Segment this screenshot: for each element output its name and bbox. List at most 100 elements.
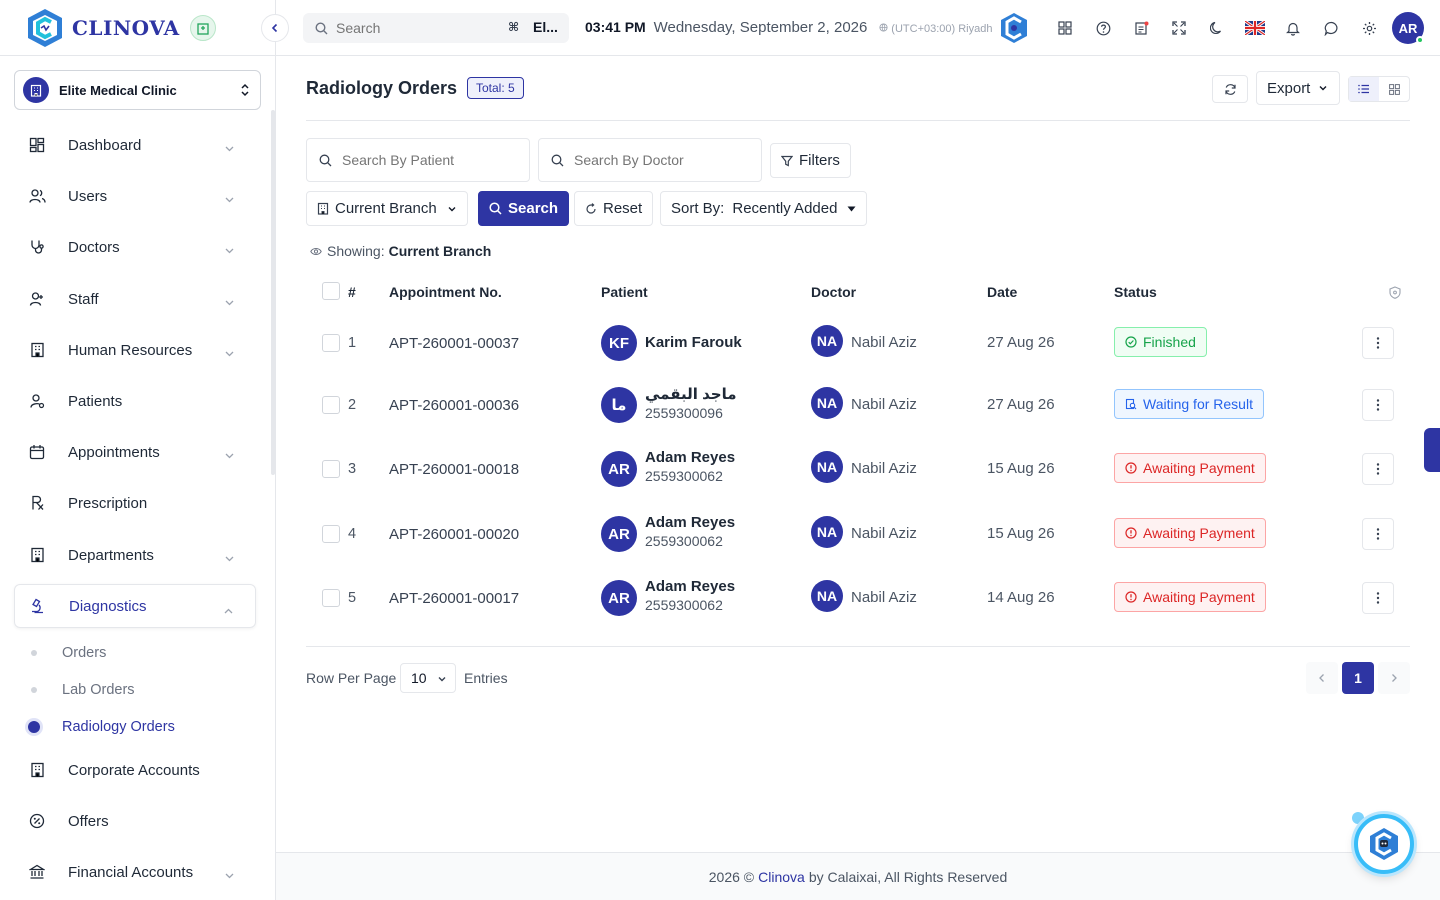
- search-button[interactable]: Search: [478, 191, 570, 226]
- sidebar-item-prescription[interactable]: Prescription: [14, 481, 256, 525]
- patient-search-field[interactable]: [306, 138, 530, 182]
- patient-name[interactable]: Adam Reyes: [645, 578, 735, 595]
- appointment-number[interactable]: APT-260001-00036: [389, 397, 519, 414]
- bullet-dot: [31, 687, 37, 693]
- sidebar-subitem-orders[interactable]: Orders: [28, 641, 106, 665]
- staff-icon: [28, 291, 46, 307]
- patient-info: Adam Reyes 2559300062: [645, 514, 735, 549]
- sidebar-item-offers[interactable]: Offers: [14, 799, 256, 843]
- sidebar-scrollbar[interactable]: [271, 110, 275, 475]
- appointment-number[interactable]: APT-260001-00017: [389, 590, 519, 607]
- reset-button[interactable]: Reset: [574, 191, 654, 226]
- doctor-search-field[interactable]: [538, 138, 762, 182]
- sidebar-subitem-radiology-orders[interactable]: Radiology Orders: [28, 715, 175, 739]
- row-actions-button[interactable]: [1362, 327, 1394, 359]
- notifications-bell-icon[interactable]: [1274, 10, 1312, 46]
- refresh-button[interactable]: [1212, 75, 1248, 103]
- global-search[interactable]: ⌘ El...: [303, 13, 569, 43]
- table-row[interactable]: 2 APT-260001-00036 ما ماجد البقمي 2559300096…: [306, 373, 1410, 437]
- col-header-appointment[interactable]: Appointment No.: [389, 284, 502, 300]
- settings-drawer-tab[interactable]: [1424, 428, 1440, 472]
- doctor-name[interactable]: Nabil Aziz: [851, 334, 917, 351]
- list-view-icon[interactable]: [1349, 77, 1379, 101]
- row-actions-button[interactable]: [1362, 389, 1394, 421]
- language-flag-icon[interactable]: [1236, 10, 1274, 46]
- user-avatar[interactable]: AR: [1392, 12, 1424, 44]
- doctor-name[interactable]: Nabil Aziz: [851, 525, 917, 542]
- patient-avatar: ما: [601, 387, 637, 423]
- help-icon[interactable]: [1084, 10, 1122, 46]
- col-header-status[interactable]: Status: [1114, 284, 1157, 300]
- sidebar-item-users[interactable]: Users: [14, 174, 256, 218]
- sidebar-collapse-button[interactable]: [261, 13, 289, 42]
- row-checkbox[interactable]: [322, 460, 340, 478]
- sidebar-item-patients[interactable]: Patients: [14, 379, 256, 423]
- apps-grid-icon[interactable]: [1046, 10, 1084, 46]
- doctor-name[interactable]: Nabil Aziz: [851, 589, 917, 606]
- sidebar-item-doctors[interactable]: Doctors: [14, 225, 256, 269]
- table-row[interactable]: 3 APT-260001-00018 AR Adam Reyes 2559300062 N…: [306, 437, 1410, 501]
- chat-icon[interactable]: [1312, 10, 1350, 46]
- global-search-input[interactable]: [336, 20, 496, 36]
- sidebar-item-appointments[interactable]: Appointments: [14, 430, 256, 474]
- patient-search-input[interactable]: [342, 152, 492, 168]
- sidebar-item-departments[interactable]: Departments: [14, 533, 256, 577]
- row-checkbox[interactable]: [322, 525, 340, 543]
- search-scope[interactable]: El...: [533, 19, 558, 35]
- table-row[interactable]: 4 APT-260001-00020 AR Adam Reyes 2559300062 N…: [306, 502, 1410, 566]
- row-checkbox[interactable]: [322, 334, 340, 352]
- clinova-logo-icon[interactable]: [24, 7, 66, 49]
- search-icon: [551, 154, 564, 166]
- doctor-name[interactable]: Nabil Aziz: [851, 460, 917, 477]
- appointment-number[interactable]: APT-260001-00037: [389, 335, 519, 352]
- fullscreen-icon[interactable]: [1160, 10, 1198, 46]
- appointment-number[interactable]: APT-260001-00018: [389, 461, 519, 478]
- bullet-dot: [31, 650, 37, 656]
- select-all-checkbox[interactable]: [322, 282, 340, 300]
- col-header-patient[interactable]: Patient: [601, 284, 648, 300]
- grid-view-icon[interactable]: [1379, 77, 1409, 101]
- previous-page-button[interactable]: [1306, 662, 1338, 694]
- col-header-date[interactable]: Date: [987, 284, 1017, 300]
- branch-select[interactable]: Current Branch: [306, 191, 468, 226]
- filters-button[interactable]: Filters: [770, 143, 851, 178]
- column-settings-icon[interactable]: [1389, 286, 1401, 302]
- sidebar-subitem-lab-orders[interactable]: Lab Orders: [28, 678, 135, 702]
- doctor-search-input[interactable]: [574, 152, 724, 168]
- sidebar-item-staff[interactable]: Staff: [14, 277, 256, 321]
- sort-select[interactable]: Sort By: Recently Added: [660, 191, 868, 226]
- patient-name[interactable]: Adam Reyes: [645, 514, 735, 531]
- chevron-up-icon: [224, 601, 233, 617]
- assistant-chat-button[interactable]: [1354, 814, 1414, 874]
- row-actions-button[interactable]: [1362, 582, 1394, 614]
- sidebar-item-human-resources[interactable]: Human Resources: [14, 328, 256, 372]
- table-row[interactable]: 1 APT-260001-00037 KF Karim Farouk NA Nabil A…: [306, 311, 1410, 375]
- sidebar-item-diagnostics[interactable]: Diagnostics: [14, 584, 256, 628]
- page-button-current[interactable]: 1: [1342, 662, 1374, 694]
- patient-name[interactable]: Karim Farouk: [645, 334, 742, 351]
- patient-name[interactable]: Adam Reyes: [645, 449, 735, 466]
- col-header-doctor[interactable]: Doctor: [811, 284, 856, 300]
- next-page-button[interactable]: [1378, 662, 1410, 694]
- footer-brand-link[interactable]: Clinova: [758, 869, 805, 885]
- sidebar-item-financial-accounts[interactable]: Financial Accounts: [14, 850, 256, 894]
- appointment-number[interactable]: APT-260001-00020: [389, 526, 519, 543]
- doctor-name[interactable]: Nabil Aziz: [851, 396, 917, 413]
- row-actions-button[interactable]: [1362, 518, 1394, 550]
- hospital-badge-icon[interactable]: [189, 14, 216, 41]
- settings-gear-icon[interactable]: [1350, 10, 1388, 46]
- patient-name[interactable]: ماجد البقمي: [645, 385, 737, 403]
- patient-info: Adam Reyes 2559300062: [645, 578, 735, 613]
- dark-mode-icon[interactable]: [1198, 10, 1236, 46]
- notes-icon[interactable]: [1122, 10, 1160, 46]
- sidebar-item-dashboard[interactable]: Dashboard: [14, 123, 256, 167]
- row-actions-button[interactable]: [1362, 453, 1394, 485]
- row-checkbox[interactable]: [322, 589, 340, 607]
- clinic-selector[interactable]: Elite Medical Clinic: [14, 70, 261, 110]
- export-button[interactable]: Export: [1256, 71, 1340, 105]
- clinova-app-icon[interactable]: [996, 10, 1032, 46]
- table-row[interactable]: 5 APT-260001-00017 AR Adam Reyes 2559300062 N…: [306, 566, 1410, 630]
- rows-per-page-select[interactable]: 10: [400, 663, 456, 693]
- row-checkbox[interactable]: [322, 396, 340, 414]
- sidebar-item-corporate-accounts[interactable]: Corporate Accounts: [14, 748, 256, 792]
